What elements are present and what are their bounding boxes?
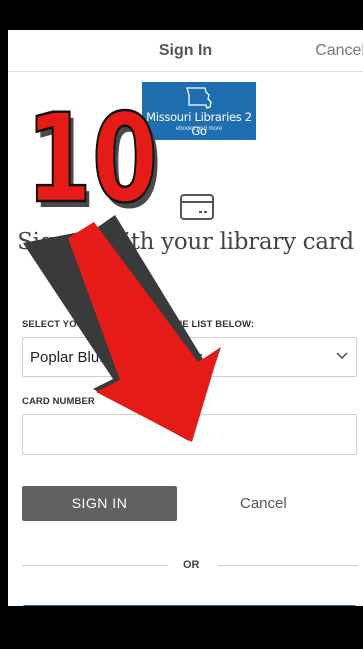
or-divider-label: OR	[183, 559, 200, 571]
logo-title: Missouri Libraries 2 Go	[146, 110, 252, 138]
card-number-input[interactable]	[22, 414, 357, 455]
sign-in-button[interactable]: SIGN IN	[22, 486, 177, 521]
missouri-state-icon	[186, 87, 212, 109]
phone-frame: Sign In Cancel Missouri Libraries 2 Go e…	[0, 0, 363, 649]
library-select[interactable]: Poplar Bluff Public Library	[22, 337, 357, 377]
library-select-label: SELECT YOUR LIBRARY FROM THE LIST BELOW:	[22, 319, 255, 330]
library-select-value: Poplar Bluff Public Library	[30, 349, 203, 366]
app-screen: Sign In Cancel Missouri Libraries 2 Go e…	[8, 30, 363, 606]
divider-left	[22, 565, 168, 566]
card-number-label: CARD NUMBER	[22, 396, 95, 407]
divider-right	[218, 565, 358, 566]
library-card-icon	[180, 194, 214, 220]
top-navbar: Sign In Cancel	[8, 30, 363, 72]
cancel-button[interactable]: Cancel	[240, 495, 287, 512]
alternate-sign-in-button[interactable]	[22, 605, 357, 606]
chevron-down-icon	[336, 352, 348, 359]
page-title: Sign In	[158, 42, 213, 59]
logo-subtitle: ebooks and more	[175, 126, 223, 132]
nav-cancel-button[interactable]: Cancel	[315, 42, 363, 60]
library-logo: Missouri Libraries 2 Go ebooks and more	[142, 82, 256, 140]
sign-in-heading: Sign in with your library card	[17, 229, 354, 255]
